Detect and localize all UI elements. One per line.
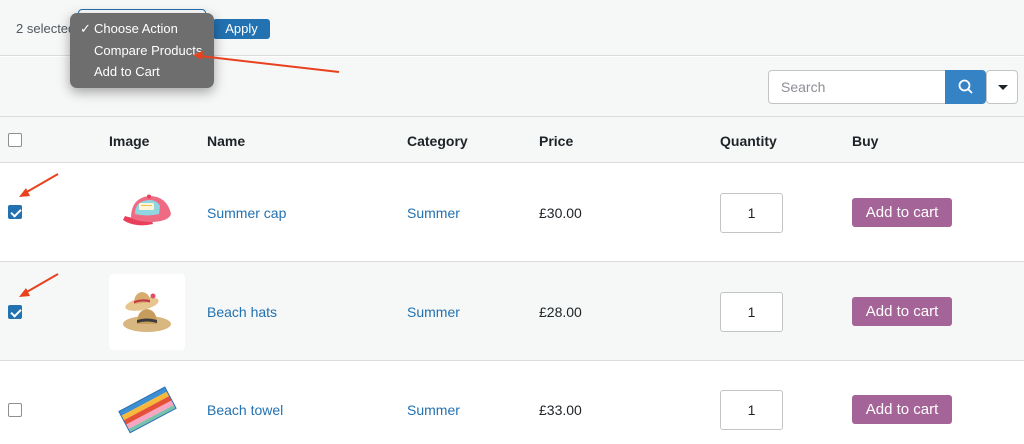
towel-image[interactable]: [109, 371, 185, 444]
menu-item-add-to-cart[interactable]: Add to Cart: [70, 63, 214, 85]
table-header: Image Name Category Price Quantity Buy: [0, 117, 1024, 163]
header-image: Image: [109, 133, 150, 149]
table-row: Beach towel Summer £33.00 1 Add to cart: [0, 361, 1024, 444]
hats-image[interactable]: [109, 274, 185, 350]
header-name: Name: [207, 133, 246, 149]
menu-item-compare-products[interactable]: Compare Products: [70, 42, 214, 64]
price-text: £28.00: [539, 304, 582, 320]
menu-item-choose-action[interactable]: ✓ Choose Action: [70, 20, 214, 42]
quantity-input[interactable]: 1: [720, 390, 783, 430]
product-name-link[interactable]: Beach towel: [207, 402, 283, 418]
product-name-link[interactable]: Summer cap: [207, 205, 286, 221]
bulk-action-menu: ✓ Choose Action Compare Products Add to …: [70, 13, 214, 88]
search-button[interactable]: [945, 70, 986, 104]
header-quantity: Quantity: [720, 133, 777, 149]
cap-image[interactable]: [109, 174, 185, 250]
category-link[interactable]: Summer: [407, 205, 460, 221]
filter-dropdown-button[interactable]: [986, 70, 1018, 104]
table-row: Beach hats Summer £28.00 1 Add to cart: [0, 262, 1024, 361]
menu-item-label: Compare Products: [94, 42, 203, 58]
category-link[interactable]: Summer: [407, 402, 460, 418]
header-category: Category: [407, 133, 468, 149]
menu-item-label: Choose Action: [94, 21, 178, 36]
header-buy: Buy: [852, 133, 879, 149]
row-checkbox[interactable]: [8, 403, 22, 417]
price-text: £30.00: [539, 205, 582, 221]
row-checkbox[interactable]: [8, 305, 22, 319]
add-to-cart-button[interactable]: Add to cart: [852, 395, 952, 424]
caret-down-icon: [998, 85, 1008, 90]
search-icon: [958, 79, 973, 94]
add-to-cart-button[interactable]: Add to cart: [852, 198, 952, 227]
menu-item-label: Add to Cart: [94, 64, 160, 79]
row-checkbox[interactable]: [8, 205, 22, 219]
search-input[interactable]: [768, 70, 946, 104]
quantity-input[interactable]: 1: [720, 193, 783, 233]
checkmark-icon: ✓: [80, 21, 91, 36]
product-name-link[interactable]: Beach hats: [207, 304, 277, 320]
quantity-input[interactable]: 1: [720, 292, 783, 332]
header-price: Price: [539, 133, 574, 149]
category-link[interactable]: Summer: [407, 304, 460, 320]
select-all-checkbox[interactable]: [8, 133, 22, 147]
apply-button[interactable]: Apply: [213, 19, 270, 39]
table-row: Summer cap Summer £30.00 1 Add to cart: [0, 163, 1024, 262]
price-text: £33.00: [539, 402, 582, 418]
selected-count: 2 selected: [16, 21, 76, 36]
add-to-cart-button[interactable]: Add to cart: [852, 297, 952, 326]
